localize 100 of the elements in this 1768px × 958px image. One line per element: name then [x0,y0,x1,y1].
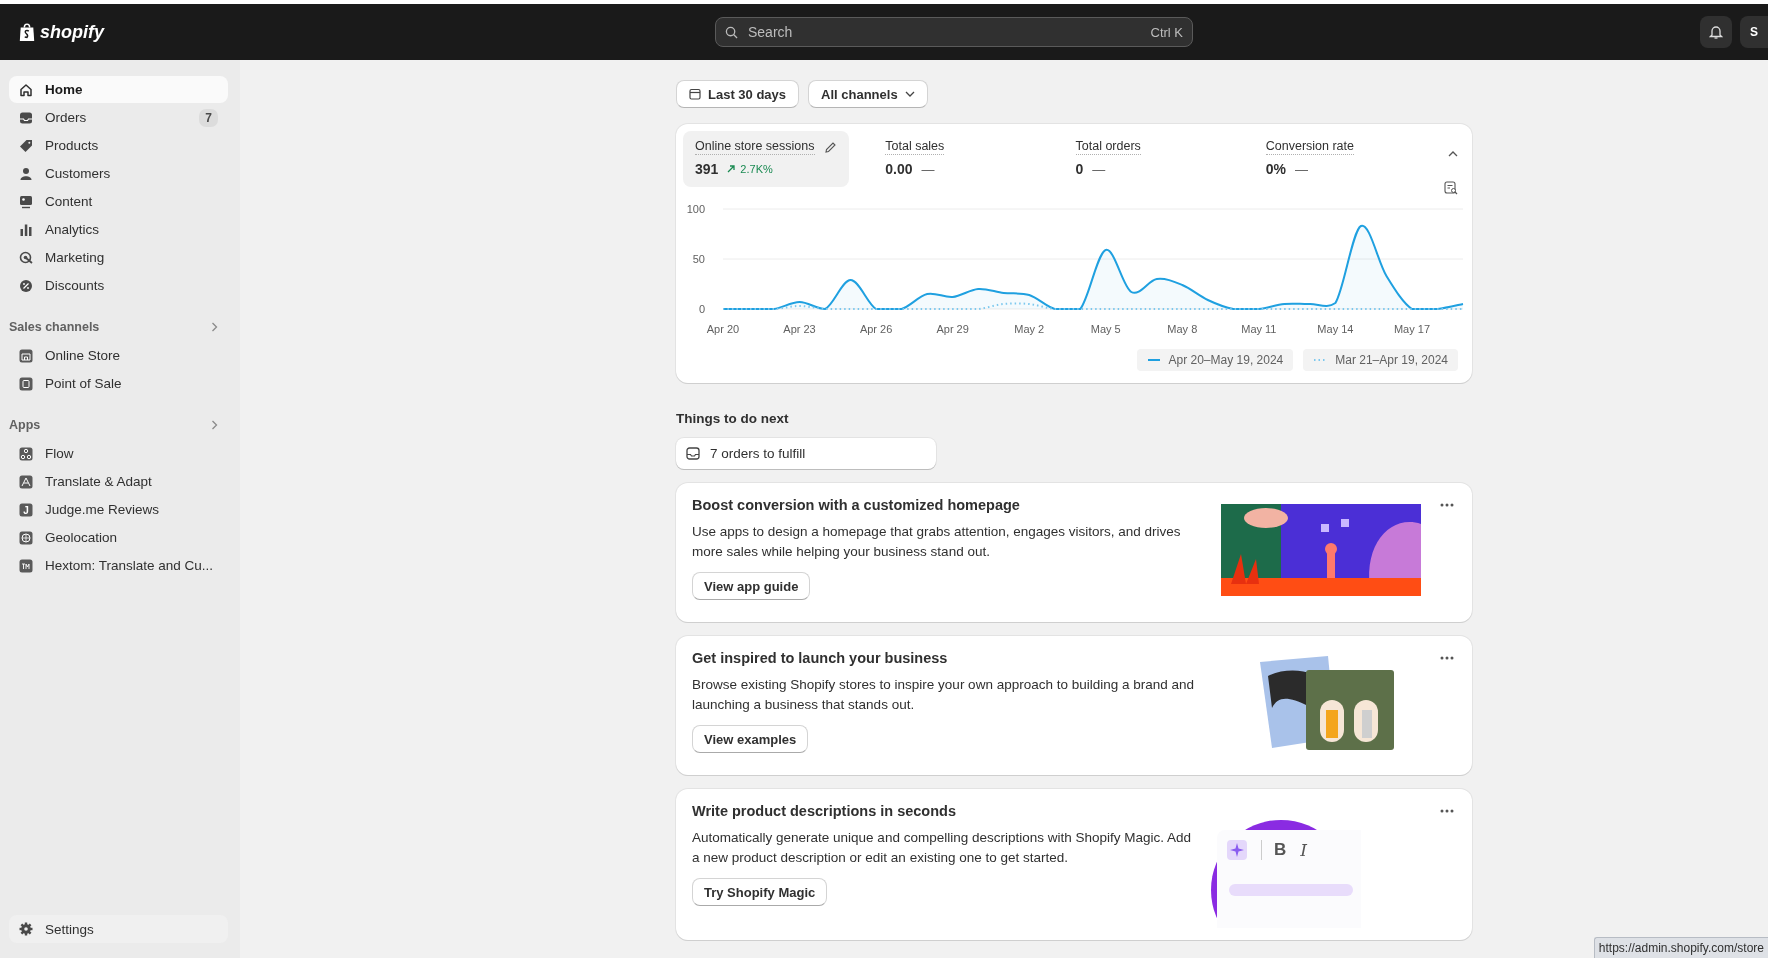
sidebar-item[interactable]: Content [9,188,228,215]
metric-value: 391 [695,161,719,177]
x-axis-label: Apr 26 [859,323,893,335]
inbox-icon [19,110,33,125]
metric-value: 0% [1265,161,1286,177]
storefront-icon [19,348,33,363]
sidebar-item[interactable]: Home [9,76,228,103]
tag-icon [19,138,33,153]
sidebar-item[interactable]: Flow [9,440,228,467]
card-description: Automatically generate unique and compelling descriptions with Shopify Magic. Add a new product description or edit an existing one to get started. [692,829,1193,867]
inbox-icon [686,447,700,460]
x-axis-label: Apr 29 [936,323,969,335]
x-axis-label: May 11 [1241,323,1277,335]
search-icon [725,25,738,39]
card-description: Browse existing Shopify stores to inspire your own approach to building a brand and launching a business that stands out. [692,676,1196,714]
metric-tab[interactable]: Total orders 0 — [1063,131,1230,187]
sidebar-item[interactable]: Geolocation [9,524,228,551]
sidebar-item[interactable]: Online Store [9,342,228,369]
metric-label: Total orders [1075,139,1141,155]
channel-dropdown[interactable]: All channels [808,80,928,108]
legend-line-icon [1313,358,1328,362]
chevron-right-icon [211,322,218,332]
format-glyph: I [1300,840,1307,860]
x-axis-label: May 17 [1393,323,1430,335]
card-title: Get inspired to launch your business [692,650,949,666]
card-action-button[interactable]: Try Shopify Magic [692,878,828,906]
settings-icon [19,922,33,936]
metric-value: 0.00 [885,161,913,177]
calendar-icon [689,88,701,100]
target-icon [19,250,33,265]
metric-trend: — [921,161,935,177]
metric-label: Total sales [885,139,945,155]
y-axis-label: 50 [692,253,705,265]
card-title: Write product descriptions in seconds [692,803,957,819]
metric-tab[interactable]: Online store sessions 391 2.7K% [683,131,850,187]
metric-change: 2.7K% [740,163,773,175]
section-title: Things to do next [676,411,790,426]
metric-trend: — [1295,161,1308,177]
ellipsis-icon [1440,503,1454,507]
search-field[interactable]: Search [746,23,1143,41]
legend-item: Apr 20–May 19, 2024 [1136,349,1294,371]
date-range-button[interactable]: Last 30 days [676,80,800,108]
sidebar-item[interactable]: Products [9,132,228,159]
link-status-url: https://admin.shopify.com/store [1593,937,1768,958]
sidebar-item[interactable]: Analytics [9,216,228,243]
format-glyph: B [1261,840,1287,860]
notifications-button[interactable] [1700,16,1732,48]
chevron-right-icon [211,420,218,430]
sidebar-item[interactable]: Point of Sale [9,370,228,397]
x-axis-label: May 8 [1167,323,1198,335]
bar-chart-icon [19,222,33,237]
section-heading[interactable]: Sales channels [9,316,228,338]
card-action-button[interactable]: View app guide [692,572,811,600]
tms-icon [19,558,33,573]
sidebar-item[interactable]: Hextom: Translate and Cu... [9,552,228,579]
bell-icon [1709,24,1723,40]
y-axis-label: 0 [698,303,705,315]
chevron-down-icon [904,91,915,97]
sidebar-item[interactable]: Translate & Adapt [9,468,228,495]
count-badge: 7 [199,108,218,127]
metric-tab[interactable]: Conversion rate 0% — [1253,131,1420,187]
person-icon [19,166,33,181]
section-heading[interactable]: Apps [9,414,228,436]
card-title: Boost conversion with a customized homepage [692,497,1021,513]
metric-trend: — [1092,161,1106,177]
metric-label: Online store sessions [695,139,815,155]
letter-j-icon: J [19,502,33,517]
card-action-button[interactable]: View examples [692,725,809,753]
metric-tab[interactable]: Total sales 0.00 — [873,131,1040,187]
card-description: Use apps to design a homepage that grabs attention, engages visitors, and drives more sales while helping your business stand out. [692,523,1182,561]
sidebar-item[interactable]: Customers [9,160,228,187]
y-axis-label: 100 [686,203,705,215]
legend-label: Apr 20–May 19, 2024 [1168,353,1284,367]
legend-line-icon [1146,358,1161,362]
metric-value: 0 [1075,161,1084,177]
chevron-up-icon[interactable] [1448,151,1458,157]
chart-search-icon[interactable] [1444,181,1458,195]
percent-badge-icon [19,278,33,293]
ellipsis-icon [1440,809,1454,813]
sidebar-item[interactable]: Discounts [9,272,228,299]
keyboard-shortcut: Ctrl K [1150,24,1183,40]
sidebar-item[interactable]: J Judge.me Reviews [9,496,228,523]
x-axis-label: Apr 20 [706,323,740,335]
sidebar-item[interactable]: Marketing [9,244,228,271]
x-axis-label: May 14 [1317,323,1354,335]
x-axis-label: May 5 [1090,323,1121,335]
legend-label: Mar 21–Apr 19, 2024 [1335,353,1448,367]
sidebar-item[interactable]: Orders 7 [9,104,228,131]
legend-item: Mar 21–Apr 19, 2024 [1303,349,1458,371]
search-bar[interactable]: Search Ctrl K [715,17,1193,47]
x-axis-label: Apr 23 [783,323,816,335]
pencil-icon [824,140,838,154]
ellipsis-icon [1440,656,1454,660]
orders-to-fulfill-button[interactable]: 7 orders to fulfill [676,438,936,469]
logo-wordmark[interactable]: shopify [40,21,104,43]
settings-item[interactable]: Settings [9,915,228,943]
image-icon [19,194,33,209]
globe-icon [19,530,33,545]
nodes-icon [19,446,33,461]
store-avatar[interactable]: S [1740,16,1768,48]
